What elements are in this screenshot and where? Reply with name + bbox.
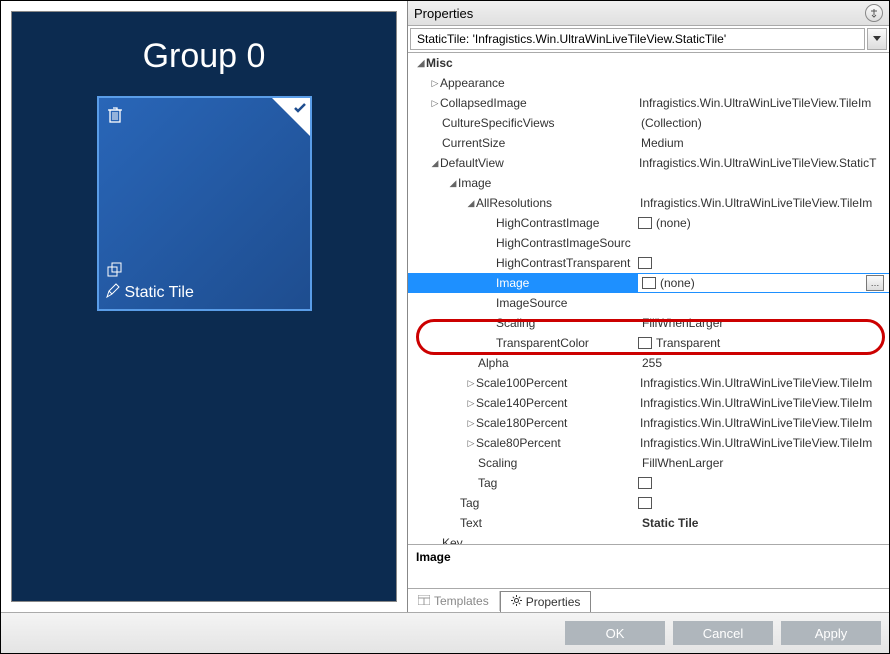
prop-highcontrastimagesource[interactable]: HighContrastImageSourc — [408, 233, 889, 253]
prop-scaling[interactable]: ScalingFillWhenLarger — [408, 313, 889, 333]
selected-corner — [272, 98, 310, 136]
prop-scale140[interactable]: ▷Scale140PercentInfragistics.Win.UltraWi… — [408, 393, 889, 413]
pencil-icon[interactable] — [105, 283, 121, 302]
design-canvas-panel: Group 0 Static Tile — [1, 1, 407, 612]
prop-allresolutions[interactable]: ◢AllResolutionsInfragistics.Win.UltraWin… — [408, 193, 889, 213]
tile-text: Static Tile — [125, 284, 194, 302]
design-canvas[interactable]: Group 0 Static Tile — [11, 11, 397, 602]
prop-scaling2[interactable]: ScalingFillWhenLarger — [408, 453, 889, 473]
dialog-button-bar: OK Cancel Apply — [1, 612, 889, 653]
prop-imagesource[interactable]: ImageSource — [408, 293, 889, 313]
prop-key[interactable]: Key — [408, 533, 889, 544]
object-selector-text: StaticTile: 'Infragistics.Win.UltraWinLi… — [410, 28, 865, 50]
properties-header: Properties — [408, 1, 889, 26]
prop-text[interactable]: TextStatic Tile — [408, 513, 889, 533]
bottom-tabs: Templates Properties — [408, 588, 889, 612]
prop-scale180[interactable]: ▷Scale180PercentInfragistics.Win.UltraWi… — [408, 413, 889, 433]
prop-scale100[interactable]: ▷Scale100PercentInfragistics.Win.UltraWi… — [408, 373, 889, 393]
description-panel: Image — [408, 544, 889, 588]
prop-culturespecificviews[interactable]: CultureSpecificViews(Collection) — [408, 113, 889, 133]
prop-currentsize[interactable]: CurrentSizeMedium — [408, 133, 889, 153]
cancel-button[interactable]: Cancel — [673, 621, 773, 645]
ok-button[interactable]: OK — [565, 621, 665, 645]
prop-collapsedimage[interactable]: ▷CollapsedImageInfragistics.Win.UltraWin… — [408, 93, 889, 113]
prop-highcontrasttransparent[interactable]: HighContrastTransparent — [408, 253, 889, 273]
dropdown-button[interactable] — [867, 28, 887, 50]
gear-icon — [511, 595, 522, 609]
prop-image-parent[interactable]: ◢Image — [408, 173, 889, 193]
description-title: Image — [416, 550, 451, 564]
templates-icon — [418, 594, 430, 608]
group-title: Group 0 — [32, 37, 376, 76]
prop-highcontrastimage[interactable]: HighContrastImage(none) — [408, 213, 889, 233]
prop-tag2[interactable]: Tag — [408, 493, 889, 513]
prop-appearance[interactable]: ▷Appearance — [408, 73, 889, 93]
prop-alpha[interactable]: Alpha255 — [408, 353, 889, 373]
property-grid[interactable]: ◢Misc ▷Appearance ▷CollapsedImageInfragi… — [408, 53, 889, 544]
prop-image-selected[interactable]: Image(none)… — [408, 273, 889, 293]
properties-title: Properties — [414, 6, 473, 21]
static-tile[interactable]: Static Tile — [97, 96, 312, 311]
copy-icon[interactable] — [107, 262, 123, 281]
tab-templates[interactable]: Templates — [408, 591, 500, 611]
tab-properties[interactable]: Properties — [500, 591, 592, 612]
object-selector[interactable]: StaticTile: 'Infragistics.Win.UltraWinLi… — [408, 26, 889, 53]
category-misc[interactable]: ◢Misc — [408, 53, 889, 73]
prop-scale80[interactable]: ▷Scale80PercentInfragistics.Win.UltraWin… — [408, 433, 889, 453]
prop-transparentcolor[interactable]: TransparentColorTransparent — [408, 333, 889, 353]
prop-defaultview[interactable]: ◢DefaultViewInfragistics.Win.UltraWinLiv… — [408, 153, 889, 173]
trash-icon[interactable] — [107, 106, 123, 127]
prop-tag[interactable]: Tag — [408, 473, 889, 493]
apply-button[interactable]: Apply — [781, 621, 881, 645]
pin-icon[interactable] — [865, 4, 883, 22]
ellipsis-button[interactable]: … — [866, 275, 884, 291]
properties-panel: Properties StaticTile: 'Infragistics.Win… — [407, 1, 889, 612]
